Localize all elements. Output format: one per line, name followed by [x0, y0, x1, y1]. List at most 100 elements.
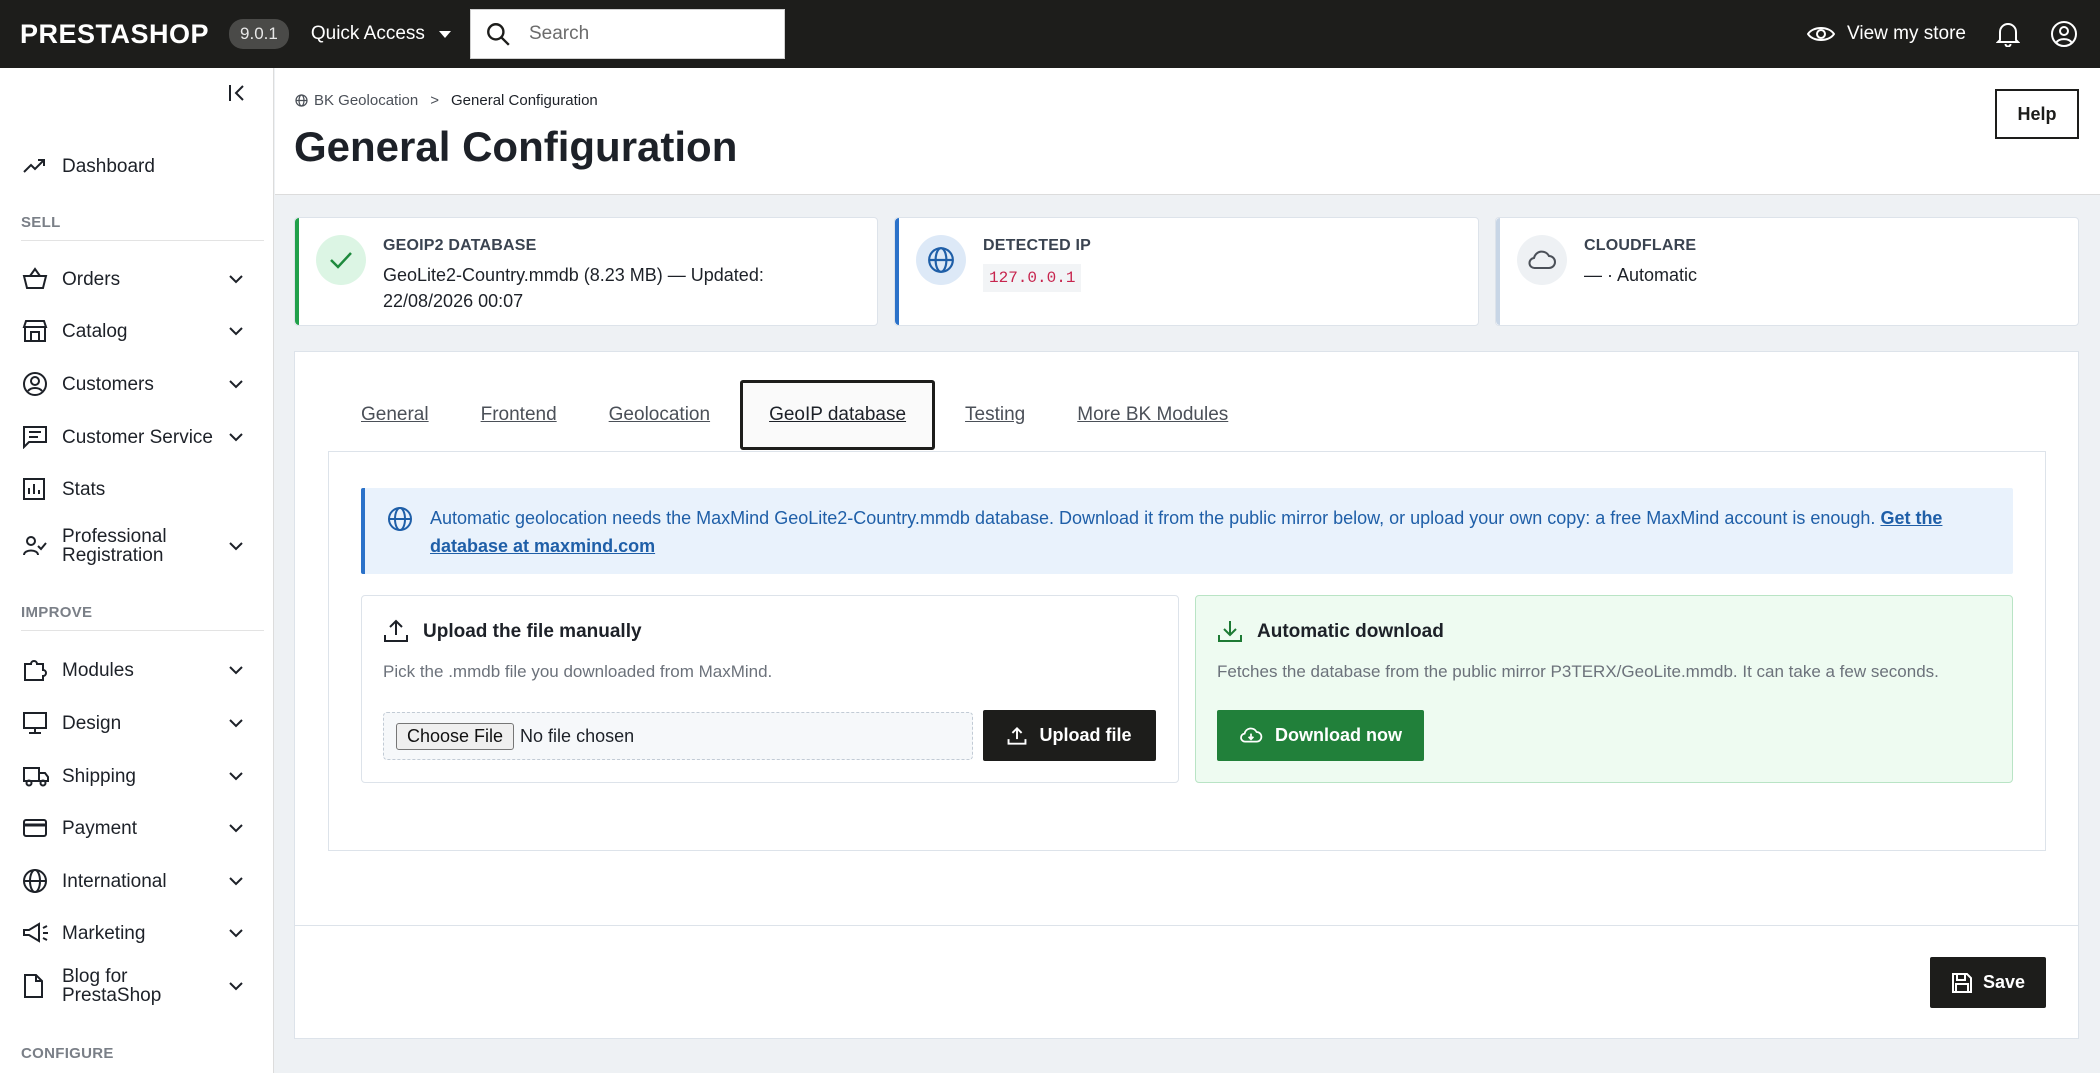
customers-icon	[22, 371, 48, 397]
bell-icon[interactable]	[1996, 21, 2020, 47]
sidebar-item-customer-service[interactable]: Customer Service	[0, 419, 264, 455]
sidebar-item-label: Design	[62, 712, 122, 734]
sidebar-item-shipping[interactable]: Shipping	[0, 758, 264, 794]
detected-ip-card: DETECTED IP 127.0.0.1	[894, 217, 1479, 326]
sidebar-item-dashboard[interactable]: Dashboard	[0, 148, 264, 184]
check-icon	[316, 235, 366, 285]
help-button[interactable]: Help	[1995, 89, 2079, 139]
save-button[interactable]: Save	[1930, 957, 2046, 1008]
tab-geoip-database[interactable]: GeoIP database	[740, 380, 936, 450]
professional-registration-icon	[22, 534, 48, 558]
section-configure: CONFIGURE	[21, 1045, 114, 1062]
chevron-down-icon	[228, 432, 244, 442]
save-button-label: Save	[1982, 972, 2026, 992]
section-divider	[21, 240, 264, 241]
trend-up-icon	[22, 154, 46, 178]
customer-service-icon	[22, 425, 48, 449]
chevron-down-icon	[228, 718, 244, 728]
alert-message: Automatic geolocation needs the MaxMind …	[430, 508, 1881, 528]
design-icon	[22, 711, 48, 735]
sidebar-item-label: Marketing	[62, 922, 146, 944]
page-title: General Configuration	[294, 123, 738, 170]
download-button-label: Download now	[1275, 725, 1402, 745]
chevron-down-icon	[228, 379, 244, 389]
sidebar-item-payment[interactable]: Payment	[0, 810, 264, 846]
quick-access-label: Quick Access	[310, 23, 425, 44]
sidebar-item-orders[interactable]: Orders	[0, 261, 264, 297]
card-title: DETECTED IP	[983, 237, 1091, 254]
tab-geolocation[interactable]: Geolocation	[583, 380, 736, 450]
tab-testing[interactable]: Testing	[939, 380, 1051, 450]
download-now-button[interactable]: Download now	[1217, 710, 1424, 761]
file-status: No file chosen	[520, 725, 635, 746]
stats-icon	[22, 477, 46, 501]
prestashop-logo[interactable]: PRESTASHOP	[20, 19, 209, 50]
page-header: BK Geolocation > General Configuration G…	[275, 68, 2100, 195]
upload-file-button[interactable]: Upload file	[983, 710, 1156, 761]
upload-manual-box: Upload the file manually Pick the .mmdb …	[361, 595, 1179, 783]
tab-more-bk-modules[interactable]: More BK Modules	[1051, 380, 1254, 450]
card-accent-bar	[1496, 218, 1500, 325]
collapse-sidebar-icon[interactable]	[227, 82, 249, 104]
chevron-down-icon	[228, 981, 244, 991]
shipping-icon	[22, 764, 50, 788]
sidebar-item-design[interactable]: Design	[0, 705, 264, 741]
detected-ip-value: 127.0.0.1	[983, 264, 1082, 292]
sidebar-item-label: Customers	[62, 373, 154, 395]
view-store-label: View my store	[1847, 23, 1966, 44]
file-input[interactable]: Choose File No file chosen	[383, 712, 973, 760]
sidebar-item-stats[interactable]: Stats	[0, 471, 264, 507]
upload-icon	[383, 618, 409, 649]
upload-title: Upload the file manually	[423, 621, 642, 642]
card-value: — · Automatic	[1584, 265, 1698, 285]
view-store-link[interactable]: View my store	[1807, 23, 1966, 45]
header-actions: View my store	[1807, 0, 2078, 68]
upload-button-label: Upload file	[1039, 725, 1132, 745]
alert-text: Automatic geolocation needs the MaxMind …	[430, 504, 2000, 560]
tab-content: Automatic geolocation needs the MaxMind …	[328, 451, 2046, 851]
search-icon[interactable]	[485, 21, 511, 47]
panel-divider	[295, 925, 2078, 926]
tab-frontend[interactable]: Frontend	[455, 380, 583, 450]
orders-icon	[22, 267, 48, 291]
sidebar-item-label: Catalog	[62, 320, 128, 342]
account-icon[interactable]	[2050, 20, 2078, 48]
top-header: PRESTASHOP 9.0.1 Quick Access View my st…	[0, 0, 2100, 68]
download-icon	[1217, 618, 1243, 649]
breadcrumb-parent-link[interactable]: BK Geolocation	[314, 92, 418, 109]
config-panel: General Frontend Geolocation GeoIP datab…	[294, 351, 2079, 1039]
breadcrumb-current: General Configuration	[451, 92, 598, 109]
chevron-down-icon	[228, 326, 244, 336]
card-title: GEOIP2 DATABASE	[383, 237, 537, 254]
chevron-down-icon	[228, 928, 244, 938]
sidebar-item-catalog[interactable]: Catalog	[0, 313, 264, 349]
globe-icon	[916, 235, 966, 285]
breadcrumb: BK Geolocation > General Configuration	[295, 92, 598, 109]
upload-description: Pick the .mmdb file you downloaded from …	[383, 662, 773, 681]
sidebar-item-international[interactable]: International	[0, 863, 264, 899]
info-alert: Automatic geolocation needs the MaxMind …	[361, 488, 2013, 574]
sidebar: Dashboard SELL Orders Catalog Customers …	[0, 68, 274, 1073]
sidebar-item-label: Shipping	[62, 765, 136, 787]
sidebar-item-blog[interactable]: Blog for PrestaShop	[0, 962, 264, 1010]
sidebar-item-modules[interactable]: Modules	[0, 652, 264, 688]
search-input[interactable]	[529, 23, 749, 45]
tab-general[interactable]: General	[335, 380, 455, 450]
choose-file-button[interactable]: Choose File	[396, 722, 515, 750]
breadcrumb-separator: >	[430, 92, 439, 109]
sidebar-item-label: Orders	[62, 268, 121, 290]
sidebar-item-professional-registration[interactable]: Professional Registration	[0, 522, 264, 570]
section-divider	[21, 630, 264, 631]
automatic-download-box: Automatic download Fetches the database …	[1195, 595, 2013, 783]
globe-icon	[387, 506, 413, 537]
sidebar-item-label: Professional Registration	[62, 526, 167, 566]
sidebar-item-customers[interactable]: Customers	[0, 366, 264, 402]
geoip-database-card: GEOIP2 DATABASE GeoLite2-Country.mmdb (8…	[294, 217, 878, 326]
globe-icon	[295, 94, 308, 107]
blog-icon	[22, 973, 44, 999]
card-accent-bar	[295, 218, 299, 325]
chevron-down-icon	[228, 274, 244, 284]
sidebar-item-marketing[interactable]: Marketing	[0, 915, 264, 951]
upload-icon	[1008, 726, 1027, 745]
quick-access-dropdown[interactable]: Quick Access	[311, 23, 451, 45]
